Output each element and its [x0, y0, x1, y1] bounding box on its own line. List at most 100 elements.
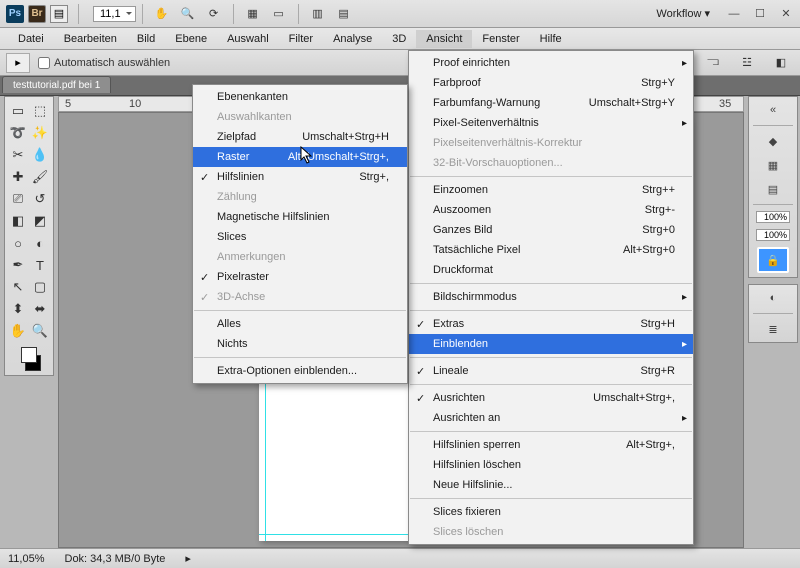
- maximize-button[interactable]: ☐: [752, 7, 768, 21]
- menu-item[interactable]: AusrichtenUmschalt+Strg+,: [409, 388, 693, 408]
- pen-tool-icon[interactable]: ✒: [8, 255, 28, 275]
- app-icon-bridge[interactable]: Br: [28, 5, 46, 23]
- color-panel-icon[interactable]: ◆: [763, 132, 783, 150]
- extras-icon-1[interactable]: ▥: [307, 3, 329, 25]
- menu-item[interactable]: Bildschirmmodus: [409, 287, 693, 307]
- auto-select-checkbox[interactable]: Automatisch auswählen: [38, 57, 170, 69]
- menu-item[interactable]: Ebenenkanten: [193, 87, 407, 107]
- expand-dock-icon[interactable]: «: [763, 101, 783, 119]
- menu-item[interactable]: Slices: [193, 227, 407, 247]
- status-zoom[interactable]: 11,05%: [8, 553, 45, 565]
- arrange-grid-icon[interactable]: ▦: [242, 3, 264, 25]
- menu-ansicht[interactable]: Ansicht: [416, 30, 472, 48]
- screen-mode-icon[interactable]: ▭: [268, 3, 290, 25]
- hand-tool2-icon[interactable]: ✋: [8, 321, 28, 341]
- shape-tool-icon[interactable]: ▢: [30, 277, 50, 297]
- workspace-switcher[interactable]: Workflow ▾: [650, 5, 716, 22]
- rotate-view-icon[interactable]: ⟳: [203, 3, 225, 25]
- opacity-value-2[interactable]: 100%: [756, 229, 790, 241]
- current-tool-preset[interactable]: ▸: [6, 53, 30, 73]
- menu-bild[interactable]: Bild: [127, 30, 165, 48]
- menu-bearbeiten[interactable]: Bearbeiten: [54, 30, 127, 48]
- menu-analyse[interactable]: Analyse: [323, 30, 382, 48]
- quick-select-tool-icon[interactable]: ✨: [30, 123, 50, 143]
- zoom-level-combo[interactable]: 11,1: [93, 6, 136, 22]
- zoom-tool2-icon[interactable]: 🔍: [30, 321, 50, 341]
- menu-item[interactable]: AuszoomenStrg+-: [409, 200, 693, 220]
- eyedropper-tool-icon[interactable]: 💧: [30, 145, 50, 165]
- history-brush-icon[interactable]: ↺: [30, 189, 50, 209]
- 3d-camera-tool-icon[interactable]: ⬌: [30, 299, 50, 319]
- hand-tool-icon[interactable]: ✋: [151, 3, 173, 25]
- title-bar: Ps Br ▤ 11,1 ✋ 🔍 ⟳ ▦ ▭ ▥ ▤ Workflow ▾ — …: [0, 0, 800, 28]
- menu-item[interactable]: Ausrichten an: [409, 408, 693, 428]
- menu-item[interactable]: Nichts: [193, 334, 407, 354]
- menu-item[interactable]: ExtrasStrg+H: [409, 314, 693, 334]
- close-button[interactable]: ✕: [778, 7, 794, 21]
- menu-3d[interactable]: 3D: [382, 30, 416, 48]
- menu-auswahl[interactable]: Auswahl: [217, 30, 279, 48]
- document-tab[interactable]: testtutorial.pdf bei 1: [2, 76, 111, 93]
- dodge-tool-icon[interactable]: ◐: [30, 233, 50, 253]
- menu-item[interactable]: Proof einrichten: [409, 53, 693, 73]
- zoom-tool-icon[interactable]: 🔍: [177, 3, 199, 25]
- menu-fenster[interactable]: Fenster: [472, 30, 529, 48]
- menu-item[interactable]: FarbproofStrg+Y: [409, 73, 693, 93]
- distribute-icon[interactable]: ☳: [736, 52, 758, 74]
- opacity-value-1[interactable]: 100%: [756, 211, 790, 223]
- right-panel-dock: « ◆ ▦ ▤ 100% 100% 🔒 ◐ ≣: [748, 96, 798, 343]
- menu-item[interactable]: Farbumfang-WarnungUmschalt+Strg+Y: [409, 93, 693, 113]
- move-tool-icon[interactable]: ▭: [8, 101, 28, 121]
- heal-tool-icon[interactable]: ✚: [8, 167, 28, 187]
- lasso-tool-icon[interactable]: ➰: [8, 123, 28, 143]
- menu-item[interactable]: Druckformat: [409, 260, 693, 280]
- 3d-tool-icon[interactable]: ⬍: [8, 299, 28, 319]
- minimize-button[interactable]: —: [726, 7, 742, 21]
- menu-item: 32-Bit-Vorschauoptionen...: [409, 153, 693, 173]
- adjustments-panel-icon[interactable]: ◐: [763, 289, 783, 307]
- menu-item[interactable]: Neue Hilfslinie...: [409, 475, 693, 495]
- layer-thumbnail[interactable]: 🔒: [757, 247, 789, 273]
- stamp-tool-icon[interactable]: ⎚: [8, 189, 28, 209]
- ansicht-dropdown: Proof einrichtenFarbproofStrg+YFarbumfan…: [408, 50, 694, 545]
- menu-hilfe[interactable]: Hilfe: [530, 30, 572, 48]
- menu-ebene[interactable]: Ebene: [165, 30, 217, 48]
- crop-tool-icon[interactable]: ✂: [8, 145, 28, 165]
- menu-datei[interactable]: Datei: [8, 30, 54, 48]
- styles-panel-icon[interactable]: ▤: [763, 180, 783, 198]
- menu-item[interactable]: Alles: [193, 314, 407, 334]
- blur-tool-icon[interactable]: ○: [8, 233, 28, 253]
- layers-panel-icon[interactable]: ≣: [763, 320, 783, 338]
- swatches-panel-icon[interactable]: ▦: [763, 156, 783, 174]
- extras-icon-2[interactable]: ▤: [333, 3, 355, 25]
- status-doc-info[interactable]: Dok: 34,3 MB/0 Byte: [65, 553, 166, 565]
- menu-item[interactable]: Hilfslinien löschen: [409, 455, 693, 475]
- menu-item[interactable]: LinealeStrg+R: [409, 361, 693, 381]
- menu-filter[interactable]: Filter: [279, 30, 323, 48]
- menu-item[interactable]: Einblenden: [409, 334, 693, 354]
- menu-item[interactable]: Extra-Optionen einblenden...: [193, 361, 407, 381]
- panel-toggle-icon[interactable]: ◧: [770, 52, 792, 74]
- menu-item[interactable]: Hilfslinien sperrenAlt+Strg+,: [409, 435, 693, 455]
- menu-item[interactable]: Magnetische Hilfslinien: [193, 207, 407, 227]
- menu-item[interactable]: EinzoomenStrg++: [409, 180, 693, 200]
- foreground-swatch[interactable]: [21, 347, 37, 363]
- brush-tool-icon[interactable]: 🖌: [30, 167, 50, 187]
- menu-item[interactable]: Slices fixieren: [409, 502, 693, 522]
- menu-item[interactable]: HilfslinienStrg+,: [193, 167, 407, 187]
- eraser-tool-icon[interactable]: ◧: [8, 211, 28, 231]
- color-swatches[interactable]: [8, 343, 50, 371]
- film-strip-icon[interactable]: ▤: [50, 5, 68, 23]
- menu-item[interactable]: ZielpfadUmschalt+Strg+H: [193, 127, 407, 147]
- align-icon-2[interactable]: ⫎: [702, 52, 724, 74]
- menu-item[interactable]: Tatsächliche PixelAlt+Strg+0: [409, 240, 693, 260]
- menu-item[interactable]: RasterAlt+Umschalt+Strg+,: [193, 147, 407, 167]
- path-select-tool-icon[interactable]: ↖: [8, 277, 28, 297]
- menu-item[interactable]: Pixelraster: [193, 267, 407, 287]
- menu-item[interactable]: Ganzes BildStrg+0: [409, 220, 693, 240]
- type-tool-icon[interactable]: T: [30, 255, 50, 275]
- gradient-tool-icon[interactable]: ◩: [30, 211, 50, 231]
- menu-item[interactable]: Pixel-Seitenverhältnis: [409, 113, 693, 133]
- app-icon-photoshop[interactable]: Ps: [6, 5, 24, 23]
- marquee-tool-icon[interactable]: ⬚: [30, 101, 50, 121]
